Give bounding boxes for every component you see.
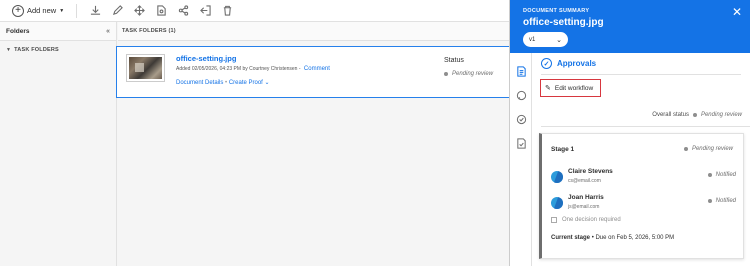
status-dot-icon — [444, 72, 448, 76]
chevron-down-icon: ▼ — [59, 7, 65, 14]
overall-status-value: Pending review — [700, 112, 742, 118]
stage-status: Pending review — [683, 146, 733, 152]
move-icon[interactable] — [133, 5, 145, 17]
status-dot-icon — [683, 147, 688, 151]
overall-status: Overall status Pending review — [652, 112, 742, 118]
approval-check-icon[interactable] — [515, 113, 527, 125]
pencil-icon: ✎ — [545, 85, 551, 92]
document-thumbnail[interactable] — [126, 54, 165, 82]
share-icon[interactable] — [177, 5, 189, 17]
document-row[interactable]: office-setting.jpg Added 02/05/2026, 04:… — [116, 46, 511, 98]
collapse-panel-icon[interactable]: « — [106, 28, 110, 35]
panel-label: DOCUMENT SUMMARY — [523, 8, 590, 14]
download-icon[interactable] — [89, 5, 101, 17]
overall-status-label: Overall status — [652, 112, 689, 118]
status-value: Pending review — [444, 71, 493, 77]
document-name-link[interactable]: office-setting.jpg — [176, 54, 236, 63]
toolbar-divider — [76, 3, 78, 18]
document-links: Document Details • Create Proof ⌄ — [176, 79, 270, 86]
folders-header: Folders « — [0, 22, 116, 41]
approver-status-text: Notified — [715, 198, 736, 204]
image-preview — [129, 57, 162, 79]
status-dot-icon — [707, 173, 712, 177]
exit-icon[interactable] — [199, 5, 211, 17]
comment-icon[interactable] — [515, 89, 527, 101]
approver-name: Claire Stevens — [568, 168, 613, 175]
chevron-down-icon[interactable]: ⌄ — [265, 80, 270, 86]
approver-name: Joan Harris — [568, 194, 604, 201]
pencil-icon[interactable] — [111, 5, 123, 17]
approver-email: cs@email.com — [568, 178, 601, 184]
tree-item-label: TASK FOLDERS — [14, 47, 59, 53]
panel-header: DOCUMENT SUMMARY office-setting.jpg ✕ v1… — [510, 0, 750, 53]
document-added-info: Added 02/05/2026, 04:23 PM by Courtney C… — [176, 66, 301, 72]
link-separator: • — [225, 80, 228, 86]
version-select[interactable]: v1 ⌄ — [523, 32, 568, 47]
tree-item-task-folders[interactable]: ▼ TASK FOLDERS — [0, 41, 116, 59]
checkbox-icon — [551, 217, 557, 223]
decision-requirement: One decision required — [551, 217, 621, 223]
document-summary-panel: DOCUMENT SUMMARY office-setting.jpg ✕ v1… — [509, 0, 750, 266]
edit-workflow-button[interactable]: ✎ Edit workflow — [540, 79, 601, 97]
add-new-button[interactable]: + Add new ▼ — [12, 4, 65, 17]
approver-row: Joan Harris js@email.com Notified — [551, 194, 736, 214]
close-icon[interactable]: ✕ — [732, 5, 742, 19]
stage-title: Stage 1 — [551, 146, 575, 153]
section-divider — [541, 74, 741, 75]
status-text: Pending review — [452, 71, 494, 77]
edit-workflow-label: Edit workflow — [554, 84, 594, 92]
current-stage-due: • Due on Feb 5, 2026, 5:00 PM — [591, 235, 675, 241]
stage-status-text: Pending review — [691, 146, 733, 152]
approver-email: js@email.com — [568, 204, 600, 210]
version-value: v1 — [529, 36, 536, 43]
section-divider — [541, 126, 750, 127]
approver-status-text: Notified — [715, 172, 736, 178]
check-circle-icon: ✓ — [541, 58, 552, 69]
avatar — [551, 197, 563, 209]
approvals-title: Approvals — [557, 59, 597, 68]
status-dot-icon — [707, 199, 712, 203]
chevron-down-icon: ⌄ — [556, 36, 562, 44]
panel-title: office-setting.jpg — [523, 17, 604, 28]
status-dot-icon — [692, 113, 697, 117]
approver-row: Claire Stevens cs@email.com Notified — [551, 168, 736, 188]
trash-icon[interactable] — [221, 5, 233, 17]
status-label: Status — [444, 57, 464, 64]
folders-panel: Folders « ▼ TASK FOLDERS — [0, 22, 117, 266]
document-search-icon[interactable] — [155, 5, 167, 17]
document-details-link[interactable]: Document Details — [176, 80, 223, 86]
decision-label: One decision required — [562, 217, 621, 223]
approver-status: Notified — [707, 172, 736, 178]
current-stage-label: Current stage — [551, 235, 591, 241]
create-proof-link[interactable]: Create Proof — [229, 80, 263, 86]
plus-icon: + — [12, 4, 24, 17]
document-meta: Added 02/05/2026, 04:23 PM by Courtney C… — [176, 66, 330, 72]
comment-link[interactable]: Comment — [304, 66, 330, 72]
caret-down-icon[interactable]: ▼ — [6, 47, 11, 53]
stage-card: Stage 1 Pending review Claire Stevens cs… — [539, 133, 744, 259]
approvals-section-header[interactable]: ✓ Approvals — [541, 58, 596, 69]
main-header: TASK FOLDERS (1) — [118, 22, 509, 41]
current-stage-info: Current stage • Due on Feb 5, 2026, 5:00… — [551, 235, 674, 241]
add-new-label: Add new — [27, 6, 57, 15]
toolbar: + Add new ▼ — [0, 0, 509, 22]
main-content: TASK FOLDERS (1) office-setting.jpg Adde… — [116, 22, 511, 266]
panel-side-rail — [510, 53, 532, 266]
folders-title: Folders — [6, 27, 30, 35]
proof-document-icon[interactable] — [515, 137, 527, 149]
approver-status: Notified — [707, 198, 736, 204]
avatar — [551, 171, 563, 183]
document-icon[interactable] — [515, 65, 527, 77]
